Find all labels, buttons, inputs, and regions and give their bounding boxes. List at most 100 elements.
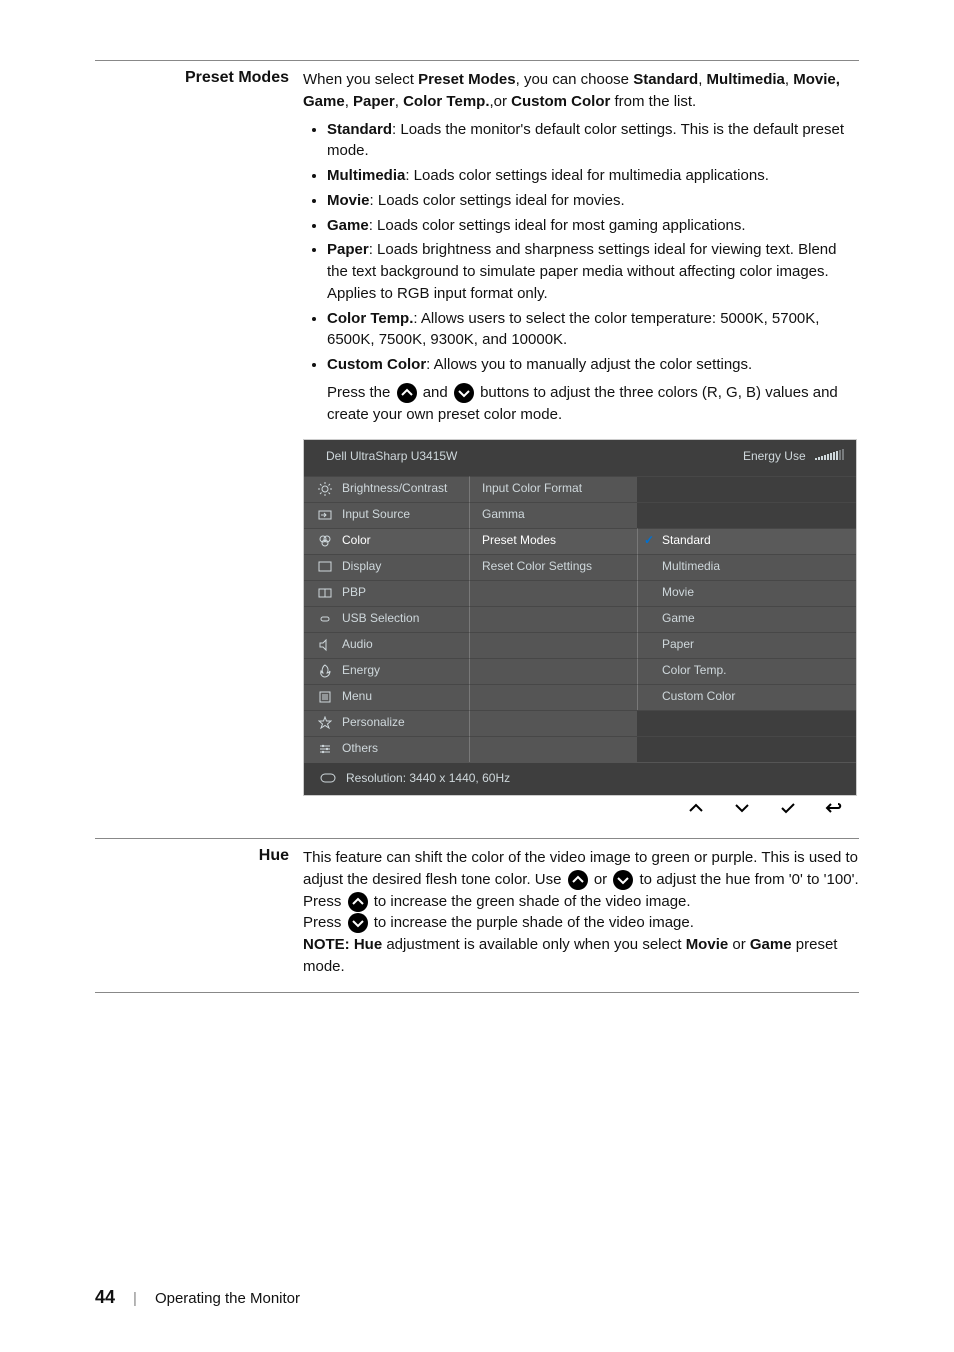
- hue-label: Hue: [95, 839, 303, 992]
- down-arrow-icon: [348, 913, 368, 933]
- osd-nav-confirm[interactable]: [765, 798, 811, 818]
- energy-icon: [316, 664, 334, 678]
- page-footer: 44 | Operating the Monitor: [95, 1287, 300, 1308]
- osd-menu-item[interactable]: Menu: [304, 684, 469, 710]
- osd-option-item[interactable]: Paper: [637, 632, 856, 658]
- up-arrow-icon: [397, 383, 417, 403]
- osd-left-menu: Brightness/Contrast Input Source Color D…: [304, 476, 469, 762]
- osd-menu-item[interactable]: Brightness/Contrast: [304, 476, 469, 502]
- osd-title: Dell UltraSharp U3415W: [326, 448, 457, 465]
- osd-nav-back[interactable]: [811, 798, 857, 818]
- text: Standard: [633, 71, 698, 88]
- text: Game: [750, 936, 792, 953]
- text: Color Temp.: [403, 93, 489, 110]
- pbp-icon: [316, 586, 334, 600]
- osd-option-item[interactable]: Movie: [637, 580, 856, 606]
- color-icon: [316, 534, 334, 548]
- footer-separator: |: [133, 1290, 137, 1307]
- osd-mid-menu: Input Color Format Gamma Preset Modes Re…: [469, 476, 637, 762]
- text: Multimedia: [707, 71, 785, 88]
- resolution-icon: [320, 773, 338, 783]
- osd-menu-item[interactable]: USB Selection: [304, 606, 469, 632]
- list-item: Multimedia: Loads color settings ideal f…: [327, 165, 859, 187]
- list-item: Game: Loads color settings ideal for mos…: [327, 215, 859, 237]
- osd-menu-item[interactable]: Personalize: [304, 710, 469, 736]
- preset-modes-content: When you select Preset Modes , you can ch…: [303, 61, 859, 838]
- list-item: Movie: Loads color settings ideal for mo…: [327, 190, 859, 212]
- menu-icon: [316, 690, 334, 704]
- osd-resolution: Resolution: 3440 x 1440, 60Hz: [346, 770, 510, 787]
- osd-submenu-empty: [469, 684, 637, 710]
- preset-modes-row: Preset Modes When you select Preset Mode…: [95, 60, 859, 838]
- others-icon: [316, 742, 334, 756]
- preset-modes-label: Preset Modes: [95, 61, 303, 838]
- text: to increase the purple shade of the vide…: [374, 914, 694, 931]
- osd-option-item-selected[interactable]: Standard: [637, 528, 856, 554]
- hue-row: Hue This feature can shift the color of …: [95, 838, 859, 992]
- osd-submenu-empty: [469, 632, 637, 658]
- osd-menu-item-selected[interactable]: Color: [304, 528, 469, 554]
- text: Custom Color: [511, 93, 610, 110]
- osd-option-item[interactable]: Custom Color: [637, 684, 856, 710]
- osd-option-empty: [637, 502, 856, 528]
- osd-energy-label: Energy Use: [743, 449, 806, 463]
- page-number: 44: [95, 1287, 115, 1308]
- text: ,or: [489, 93, 511, 110]
- osd-menu-item[interactable]: Others: [304, 736, 469, 762]
- osd-option-empty: [637, 476, 856, 502]
- osd-submenu-item[interactable]: Reset Color Settings: [469, 554, 637, 580]
- osd-menu-item[interactable]: Display: [304, 554, 469, 580]
- text: or: [728, 936, 750, 953]
- osd-submenu-item-selected[interactable]: Preset Modes: [469, 528, 637, 554]
- personalize-icon: [316, 716, 334, 730]
- display-icon: [316, 560, 334, 574]
- osd-option-item[interactable]: Color Temp.: [637, 658, 856, 684]
- text: to adjust the hue from '0' to '100'.: [640, 871, 859, 888]
- osd-footer: Resolution: 3440 x 1440, 60Hz: [304, 762, 856, 795]
- osd-menu-item[interactable]: PBP: [304, 580, 469, 606]
- text: ,: [395, 93, 403, 110]
- text: Press the: [327, 384, 395, 401]
- text: to increase the green shade of the video…: [374, 893, 691, 910]
- up-arrow-icon: [348, 892, 368, 912]
- osd-option-empty: [637, 736, 856, 762]
- text: NOTE: Hue: [303, 936, 382, 953]
- text: Paper: [353, 93, 395, 110]
- text: or: [594, 871, 612, 888]
- energy-bars-icon: [815, 449, 844, 460]
- osd-nav-down[interactable]: [719, 798, 765, 818]
- text: ,: [345, 93, 353, 110]
- osd-submenu-item[interactable]: Gamma: [469, 502, 637, 528]
- osd-submenu-empty: [469, 658, 637, 684]
- text: adjustment is available only when you se…: [382, 936, 686, 953]
- list-item: Paper: Loads brightness and sharpness se…: [327, 239, 859, 304]
- text: ,: [785, 71, 793, 88]
- osd-option-item[interactable]: Multimedia: [637, 554, 856, 580]
- osd-submenu-empty: [469, 710, 637, 736]
- text: When you select: [303, 71, 418, 88]
- text: and: [423, 384, 452, 401]
- hue-content: This feature can shift the color of the …: [303, 839, 859, 992]
- text: , you can choose: [516, 71, 634, 88]
- list-item: Color Temp.: Allows users to select the …: [327, 308, 859, 352]
- osd-option-empty: [637, 710, 856, 736]
- osd-nav-buttons: [303, 798, 857, 818]
- osd-menu-item[interactable]: Input Source: [304, 502, 469, 528]
- text: Press: [303, 914, 346, 931]
- down-arrow-icon: [613, 870, 633, 890]
- preset-modes-list: Standard: Loads the monitor's default co…: [303, 119, 859, 376]
- list-item: Custom Color: Allows you to manually adj…: [327, 354, 859, 376]
- osd-submenu-item[interactable]: Input Color Format: [469, 476, 637, 502]
- list-item: Standard: Loads the monitor's default co…: [327, 119, 859, 163]
- input-source-icon: [316, 508, 334, 522]
- text: Press: [303, 893, 346, 910]
- brightness-icon: [316, 482, 334, 496]
- osd-nav-up[interactable]: [673, 798, 719, 818]
- osd-submenu-empty: [469, 580, 637, 606]
- osd-screenshot: Dell UltraSharp U3415W Energy Use Bright…: [303, 439, 857, 818]
- osd-option-item[interactable]: Game: [637, 606, 856, 632]
- osd-menu-item[interactable]: Energy: [304, 658, 469, 684]
- osd-header: Dell UltraSharp U3415W Energy Use: [304, 440, 856, 475]
- up-arrow-icon: [568, 870, 588, 890]
- osd-menu-item[interactable]: Audio: [304, 632, 469, 658]
